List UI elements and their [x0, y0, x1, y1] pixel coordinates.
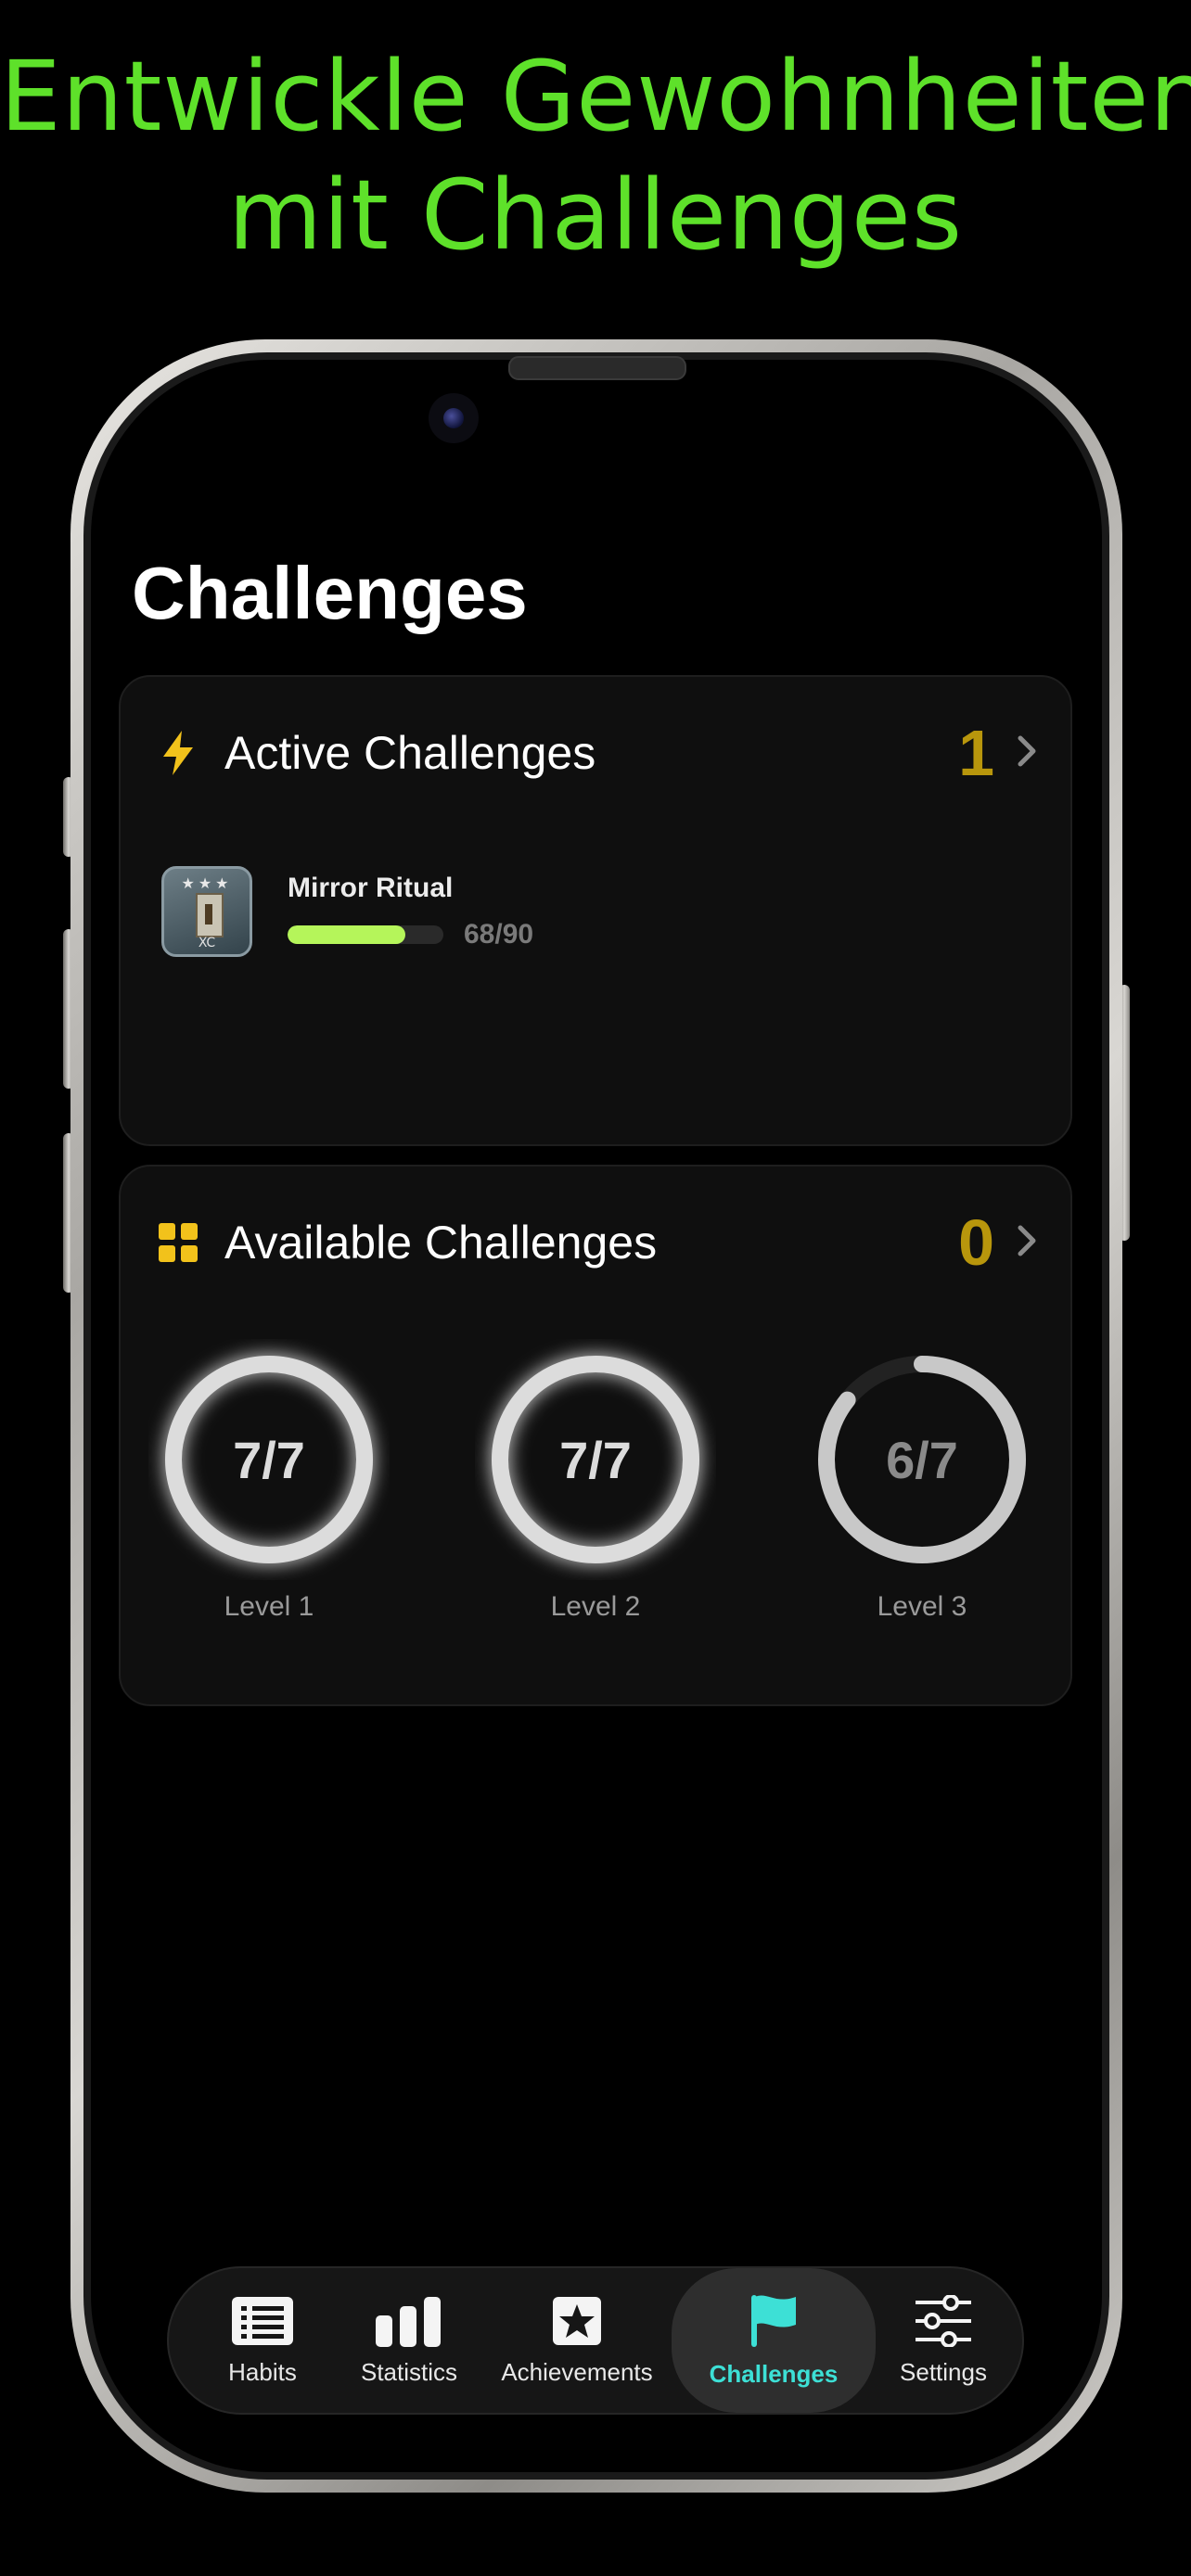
level-ring-text: 7/7 [233, 1431, 305, 1489]
list-item-challenge[interactable]: ★★★ XC Mirror Ritual 68/90 [161, 866, 533, 957]
grid-icon [158, 1219, 198, 1266]
front-camera [429, 393, 479, 443]
level-label: Level 1 [224, 1591, 314, 1622]
tab-label: Settings [900, 2357, 987, 2386]
list-icon [230, 2295, 295, 2351]
promo-headline-line2: mit Challenges [227, 159, 964, 272]
tab-challenges[interactable]: Challenges [672, 2268, 876, 2413]
active-challenges-header[interactable]: Active Challenges 1 [158, 716, 1041, 790]
page-title: Challenges [132, 552, 528, 634]
sliders-icon [914, 2293, 973, 2351]
lightning-icon [158, 730, 198, 776]
tab-settings[interactable]: Settings [883, 2268, 1004, 2413]
chevron-right-icon[interactable] [1013, 733, 1041, 773]
earpiece-speaker [508, 356, 686, 380]
active-challenges-card[interactable]: Active Challenges 1 ★★★ XC Mirror Ritual… [119, 675, 1072, 1146]
tab-habits[interactable]: Habits [202, 2268, 323, 2413]
tab-statistics[interactable]: Statistics [339, 2268, 479, 2413]
available-challenges-count: 0 [958, 1206, 994, 1279]
challenge-name: Mirror Ritual [288, 873, 454, 903]
tab-label: Statistics [360, 2357, 458, 2386]
challenge-badge-text: XC [198, 936, 216, 950]
active-challenges-title: Active Challenges [224, 727, 596, 779]
flag-icon [748, 2293, 800, 2353]
level-ring-text: 6/7 [886, 1431, 958, 1489]
available-challenges-card[interactable]: Available Challenges 0 7/7 Level 1 7/7 L… [119, 1165, 1072, 1706]
available-challenges-title: Available Challenges [224, 1217, 658, 1269]
level-ring-text: 7/7 [559, 1431, 632, 1489]
level-label: Level 3 [877, 1591, 967, 1622]
available-challenges-header[interactable]: Available Challenges 0 [158, 1205, 1041, 1280]
tab-achievements[interactable]: Achievements [495, 2268, 659, 2413]
chevron-right-icon[interactable] [1013, 1222, 1041, 1263]
challenge-progress-bar [288, 925, 443, 944]
tab-label: Habits [228, 2357, 297, 2386]
challenge-progress-text: 68/90 [464, 919, 534, 950]
challenge-badge-icon: ★★★ XC [161, 866, 252, 957]
level-ring-3[interactable]: 6/7 Level 3 [801, 1339, 1043, 1623]
active-challenges-count: 1 [958, 717, 994, 789]
level-ring-1[interactable]: 7/7 Level 1 [148, 1339, 390, 1623]
bar-chart-icon [374, 2295, 444, 2351]
tab-bar: Habits Statistics Achievements Challenge… [167, 2266, 1024, 2415]
level-label: Level 2 [550, 1591, 641, 1622]
tab-label: Challenges [709, 2359, 839, 2388]
promo-headline: Entwickle Gewohnheiten mit Challenges [0, 37, 1191, 274]
promo-headline-line1: Entwickle Gewohnheiten [0, 40, 1191, 153]
tab-label: Achievements [501, 2357, 653, 2386]
star-icon [551, 2295, 603, 2351]
levels-row: 7/7 Level 1 7/7 Level 2 6/7 Level 3 [121, 1339, 1070, 1622]
level-ring-2[interactable]: 7/7 Level 2 [475, 1339, 716, 1623]
challenge-progress-fill [288, 925, 405, 944]
